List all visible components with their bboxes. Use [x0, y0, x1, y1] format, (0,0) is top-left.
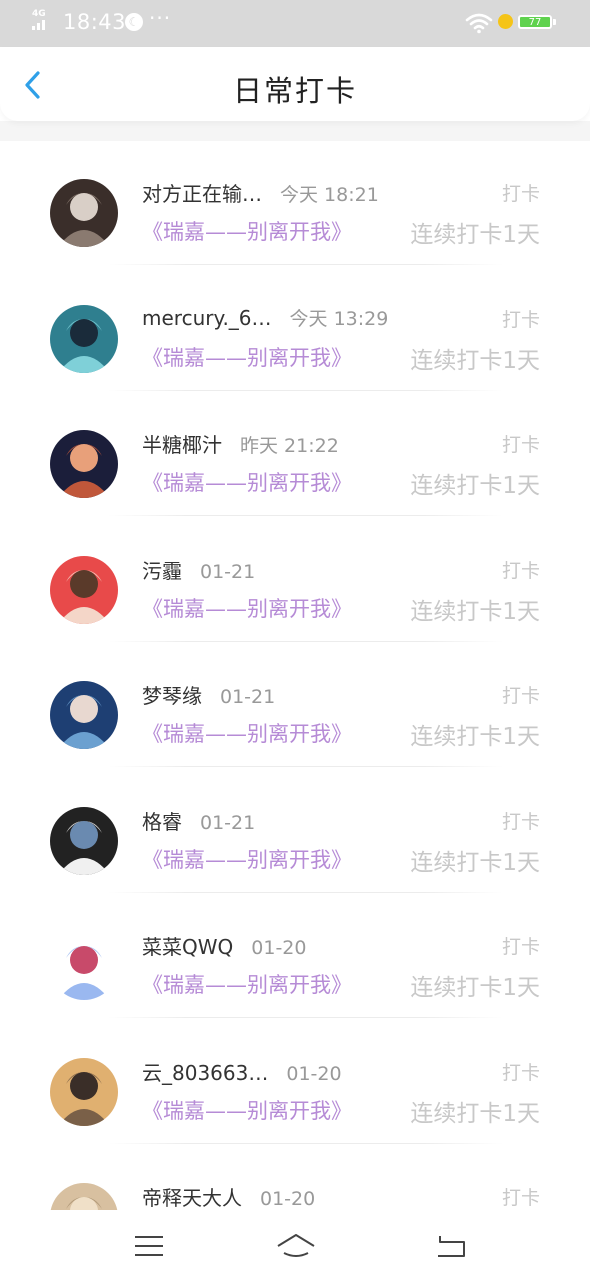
- row-divider: [108, 640, 503, 642]
- checkin-tag: 打卡: [501, 685, 540, 707]
- streak-label: 连续打卡1天: [410, 1100, 540, 1127]
- app-header: 日常打卡: [0, 47, 590, 121]
- name-line: 帝释天大人 01-20: [142, 1182, 315, 1210]
- checkin-tag: 打卡: [501, 936, 540, 958]
- checkin-list: 对方正在输… 今天 18:21 《瑞嘉——别离开我》 打卡 连续打卡1天 mer…: [0, 141, 590, 1210]
- checkin-time: 01-20: [251, 937, 307, 959]
- wifi-icon: [465, 13, 493, 34]
- book-title[interactable]: 《瑞嘉——别离开我》: [142, 342, 352, 372]
- row-divider: [108, 1142, 503, 1144]
- streak-label: 连续打卡1天: [410, 849, 540, 876]
- signal-icon: [32, 20, 45, 30]
- row-divider: [108, 1017, 503, 1018]
- user-name[interactable]: mercury._6…: [142, 306, 272, 330]
- user-name[interactable]: 菜菜QWQ: [142, 931, 233, 960]
- status-time: 18:43: [63, 10, 127, 34]
- row-divider: [108, 389, 503, 391]
- avatar[interactable]: [50, 932, 118, 1000]
- streak-label: 连续打卡1天: [410, 473, 540, 499]
- checkin-row[interactable]: 帝释天大人 01-20 打卡: [0, 1145, 590, 1210]
- checkin-tag: 打卡: [501, 434, 540, 456]
- charging-icon: [498, 14, 513, 29]
- name-line: mercury._6… 今天 13:29: [142, 304, 388, 334]
- avatar[interactable]: [50, 555, 118, 624]
- avatar[interactable]: [50, 304, 118, 373]
- return-icon[interactable]: [434, 1232, 470, 1260]
- checkin-tag: 打卡: [501, 810, 540, 833]
- checkin-tag: 打卡: [501, 308, 540, 331]
- checkin-row[interactable]: 云_803663… 01-20 《瑞嘉——别离开我》 打卡 连续打卡1天: [0, 1020, 590, 1146]
- book-title[interactable]: 《瑞嘉——别离开我》: [142, 718, 352, 748]
- battery-nub: [553, 19, 556, 25]
- book-title[interactable]: 《瑞嘉——别离开我》: [142, 969, 352, 999]
- status-bar: 4G 18:43 ☾ ··· 77: [0, 0, 590, 47]
- network-type: 4G: [32, 9, 46, 19]
- checkin-tag: 打卡: [501, 183, 540, 205]
- user-name[interactable]: 云_803663…: [142, 1057, 268, 1086]
- checkin-row[interactable]: mercury._6… 今天 13:29 《瑞嘉——别离开我》 打卡 连续打卡1…: [0, 267, 590, 393]
- user-name[interactable]: 半糖椰汁: [142, 429, 222, 458]
- row-divider: [108, 891, 503, 893]
- book-title[interactable]: 《瑞嘉——别离开我》: [142, 844, 352, 874]
- user-name[interactable]: 对方正在输…: [142, 178, 262, 207]
- name-line: 对方正在输… 今天 18:21: [142, 178, 379, 208]
- checkin-row[interactable]: 菜菜QWQ 01-20 《瑞嘉——别离开我》 打卡 连续打卡1天: [0, 894, 590, 1020]
- checkin-row[interactable]: 梦琴缘 01-21 《瑞嘉——别离开我》 打卡 连续打卡1天: [0, 643, 590, 769]
- user-name[interactable]: 帝释天大人: [142, 1182, 242, 1210]
- streak-label: 连续打卡1天: [410, 222, 540, 248]
- name-line: 格睿 01-21: [142, 806, 255, 836]
- avatar[interactable]: [50, 681, 118, 749]
- streak-label: 连续打卡1天: [410, 598, 540, 625]
- name-line: 梦琴缘 01-21: [142, 680, 275, 710]
- book-title[interactable]: 《瑞嘉——别离开我》: [142, 216, 352, 246]
- more-notifications: ···: [149, 6, 172, 30]
- avatar[interactable]: [50, 1183, 118, 1210]
- streak-label: 连续打卡1天: [410, 347, 540, 374]
- row-divider: [108, 766, 503, 767]
- chevron-left-icon[interactable]: [16, 65, 52, 105]
- row-divider: [108, 515, 503, 516]
- avatar[interactable]: [50, 1057, 118, 1126]
- streak-label: 连续打卡1天: [410, 724, 540, 750]
- name-line: 污霾 01-21: [142, 555, 255, 585]
- checkin-tag: 打卡: [501, 559, 540, 582]
- user-name[interactable]: 污霾: [142, 555, 182, 584]
- checkin-row[interactable]: 对方正在输… 今天 18:21 《瑞嘉——别离开我》 打卡 连续打卡1天: [0, 141, 590, 267]
- checkin-row[interactable]: 格睿 01-21 《瑞嘉——别离开我》 打卡 连续打卡1天: [0, 769, 590, 895]
- avatar[interactable]: [50, 179, 118, 247]
- streak-label: 连续打卡1天: [410, 975, 540, 1001]
- book-title[interactable]: 《瑞嘉——别离开我》: [142, 1095, 352, 1125]
- page-title: 日常打卡: [232, 74, 357, 108]
- checkin-time: 今天 13:29: [289, 307, 389, 330]
- checkin-row[interactable]: 半糖椰汁 昨天 21:22 《瑞嘉——别离开我》 打卡 连续打卡1天: [0, 392, 590, 518]
- moon-icon: ☾: [125, 13, 143, 31]
- checkin-time: 01-20: [260, 1188, 316, 1210]
- name-line: 云_803663… 01-20: [142, 1057, 342, 1087]
- checkin-tag: 打卡: [501, 1187, 540, 1209]
- menu-icon[interactable]: [131, 1232, 167, 1260]
- checkin-time: 01-20: [286, 1062, 342, 1085]
- checkin-row[interactable]: 污霾 01-21 《瑞嘉——别离开我》 打卡 连续打卡1天: [0, 518, 590, 644]
- book-title[interactable]: 《瑞嘉——别离开我》: [142, 593, 352, 623]
- checkin-time: 昨天 21:22: [240, 435, 339, 457]
- name-line: 半糖椰汁 昨天 21:22: [142, 429, 339, 459]
- checkin-time: 01-21: [200, 560, 256, 583]
- battery-icon: 77: [518, 15, 552, 29]
- checkin-tag: 打卡: [501, 1061, 540, 1084]
- home-icon[interactable]: [276, 1232, 316, 1260]
- avatar[interactable]: [50, 430, 118, 498]
- book-title[interactable]: 《瑞嘉——别离开我》: [142, 467, 352, 497]
- header-separator: [0, 121, 590, 141]
- user-name[interactable]: 格睿: [142, 806, 182, 835]
- checkin-time: 01-21: [200, 811, 256, 834]
- avatar[interactable]: [50, 806, 118, 875]
- checkin-time: 今天 18:21: [280, 184, 379, 206]
- name-line: 菜菜QWQ 01-20: [142, 931, 306, 961]
- row-divider: [108, 264, 503, 265]
- user-name[interactable]: 梦琴缘: [142, 680, 202, 709]
- checkin-time: 01-21: [220, 686, 276, 708]
- system-nav-bar: [0, 1210, 590, 1280]
